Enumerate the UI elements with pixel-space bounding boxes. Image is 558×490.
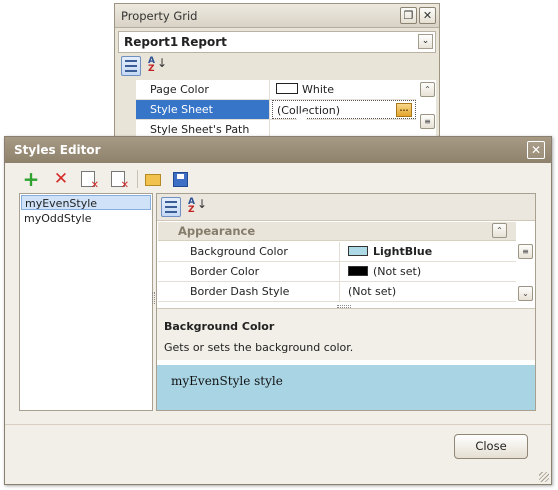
- property-grid-table: Page Color White Style Sheet (Collection…: [136, 80, 436, 140]
- description-title: Background Color: [164, 320, 275, 333]
- property-value[interactable]: LightBlue: [342, 242, 514, 261]
- scroll-thumb[interactable]: ≡: [420, 114, 435, 129]
- vertical-splitter[interactable]: [152, 292, 155, 304]
- alphabetical-button[interactable]: A Z ↓: [146, 56, 168, 76]
- sort-az-icon: A Z ↓: [188, 197, 208, 215]
- category-title: Appearance: [178, 224, 256, 238]
- object-name: Report1: [124, 35, 179, 49]
- delete-icon[interactable]: ✕: [51, 169, 71, 189]
- properties-toolbar: A Z ↓: [157, 194, 535, 221]
- style-properties-grid: Appearance ⌃ Background Color LightBlue …: [157, 221, 535, 304]
- close-window-button[interactable]: ✕: [419, 7, 436, 24]
- property-name: Style Sheet: [136, 100, 270, 119]
- styles-list[interactable]: myEvenStyle myOddStyle: [19, 193, 153, 411]
- property-grid-titlebar[interactable]: Property Grid ❐ ✕: [115, 4, 439, 28]
- description-text: Gets or sets the background color.: [164, 341, 354, 354]
- property-value[interactable]: White: [272, 80, 416, 99]
- color-swatch: [276, 83, 298, 94]
- styles-editor-toolbar: + ✕: [15, 167, 545, 191]
- style-properties-panel: A Z ↓ Appearance ⌃ Background Color LightB…: [156, 193, 536, 411]
- sort-az-icon: A Z ↓: [148, 56, 168, 74]
- description-panel: Background Color Gets or sets the backgr…: [157, 308, 535, 360]
- list-item[interactable]: myEvenStyle: [21, 195, 151, 210]
- property-value[interactable]: (Not set): [342, 282, 514, 301]
- property-name: Background Color: [158, 242, 340, 261]
- property-row-style-sheet[interactable]: Style Sheet (Collection) ...: [136, 100, 416, 120]
- categorized-button[interactable]: [121, 56, 141, 76]
- styles-editor-titlebar[interactable]: Styles Editor ✕: [5, 137, 551, 163]
- property-grid-title: Property Grid: [121, 9, 198, 23]
- property-grid-toolbar: A Z ↓: [118, 55, 436, 77]
- add-icon[interactable]: +: [21, 169, 41, 189]
- close-button[interactable]: Close: [454, 434, 528, 459]
- save-icon[interactable]: [173, 172, 188, 187]
- categorized-button[interactable]: [161, 197, 181, 217]
- toolbar-divider: [137, 170, 138, 188]
- category-appearance[interactable]: Appearance ⌃: [158, 222, 516, 241]
- property-row-page-color[interactable]: Page Color White: [136, 80, 416, 100]
- collapse-icon[interactable]: ⌃: [492, 223, 507, 238]
- property-name: Page Color: [136, 80, 270, 99]
- restore-window-button[interactable]: ❐: [400, 7, 417, 24]
- chevron-down-icon[interactable]: ⌄: [418, 34, 433, 49]
- clear-icon[interactable]: [111, 171, 129, 191]
- preview-text: myEvenStyle style: [171, 374, 283, 388]
- alphabetical-button[interactable]: A Z ↓: [186, 197, 208, 217]
- property-row-border-color[interactable]: Border Color (Not set): [158, 262, 516, 282]
- style-preview: myEvenStyle style: [157, 365, 535, 410]
- scroll-up-icon[interactable]: ⌃: [420, 82, 435, 97]
- close-icon[interactable]: ✕: [527, 141, 545, 159]
- list-item[interactable]: myOddStyle: [21, 211, 151, 226]
- styles-editor-title: Styles Editor: [14, 143, 101, 157]
- object-selector[interactable]: Report1 Report ⌄: [118, 31, 436, 53]
- purge-icon[interactable]: [81, 171, 99, 191]
- property-row-border-dash-style[interactable]: Border Dash Style (Not set): [158, 282, 516, 302]
- open-folder-icon[interactable]: [145, 174, 161, 186]
- resize-grip-icon[interactable]: [539, 472, 549, 482]
- object-type: Report: [181, 35, 227, 49]
- ellipsis-button[interactable]: ...: [396, 103, 412, 117]
- footer-divider: [5, 424, 551, 425]
- categorized-icon: [125, 60, 137, 72]
- property-grid-window: Property Grid ❐ ✕ Report1 Report ⌄ A Z ↓ P…: [114, 3, 440, 140]
- scroll-down-icon[interactable]: ⌄: [518, 286, 533, 301]
- property-name: Border Color: [158, 262, 340, 281]
- scroll-thumb[interactable]: ≡: [518, 244, 533, 259]
- color-swatch: [348, 266, 368, 276]
- categorized-icon: [165, 201, 177, 213]
- property-value[interactable]: (Not set): [342, 262, 514, 281]
- property-name: Border Dash Style: [158, 282, 340, 301]
- styles-editor-dialog: Styles Editor ✕ + ✕ myEvenStyle myOddSty…: [4, 136, 552, 485]
- color-swatch: [348, 246, 368, 256]
- property-row-background-color[interactable]: Background Color LightBlue: [158, 242, 516, 262]
